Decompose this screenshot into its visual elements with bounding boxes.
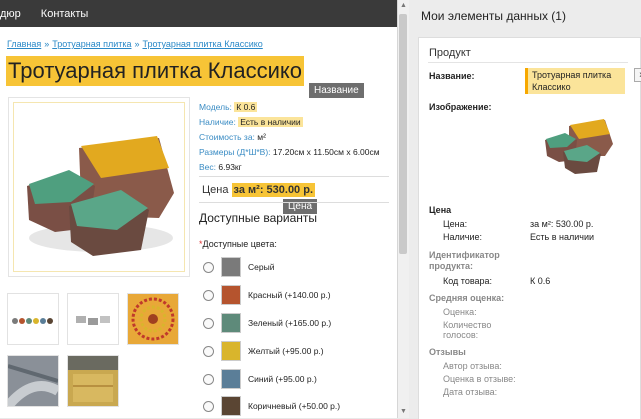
scroll-up-icon[interactable]: ▲: [398, 0, 409, 12]
color-swatch: [221, 285, 241, 305]
name-label: Название:: [429, 71, 475, 81]
review-rating-label: Оценка в отзыве:: [443, 374, 516, 384]
thumbnail-path[interactable]: [4, 355, 61, 410]
price-label: Цена:: [443, 219, 468, 229]
colors-title: *Доступные цвета:: [199, 239, 277, 249]
radio-button[interactable]: [203, 373, 214, 385]
radio-button[interactable]: [203, 289, 214, 301]
thumbnail-pattern[interactable]: [127, 293, 179, 345]
remove-button[interactable]: x: [634, 68, 641, 82]
radio-button[interactable]: [203, 317, 214, 329]
rating-section-title: Средняя оценка:: [429, 293, 505, 303]
product-card: Продукт Название: Тротуарная плитка Клас…: [418, 37, 641, 419]
options-title: Доступные варианты: [199, 211, 318, 225]
product-main-image[interactable]: [8, 97, 190, 277]
breadcrumb-home[interactable]: Главная: [7, 39, 41, 49]
review-author-label: Автор отзыва:: [443, 361, 502, 371]
yard-thumb: [68, 356, 118, 402]
rating-label: Оценка:: [443, 307, 477, 317]
panel-stock-value: Есть в наличии: [530, 232, 594, 242]
image-label: Изображение:: [429, 102, 492, 112]
stones-row-thumb: [12, 318, 53, 324]
card-title: Продукт: [429, 47, 471, 59]
panel-title: Мои элементы данных (1): [421, 9, 566, 23]
data-items-panel: Мои элементы данных (1) Продукт Название…: [409, 0, 641, 419]
name-value[interactable]: Тротуарная плитка Классико: [525, 68, 625, 94]
price-section-title: Цена: [429, 205, 452, 215]
thumbnail-colors[interactable]: [7, 293, 59, 345]
page-title[interactable]: Тротуарная плитка Классико: [6, 56, 305, 86]
product-price: Цена за м²: 530.00 р.: [202, 183, 316, 197]
radio-button[interactable]: [203, 261, 214, 273]
top-nav: дюр Контакты: [0, 0, 397, 27]
color-option-yellow[interactable]: Желтый (+95.00 р.): [203, 339, 324, 363]
stock-value: Есть в наличии: [238, 117, 303, 127]
radio-button[interactable]: [203, 400, 214, 412]
color-swatch: [221, 313, 241, 333]
color-option-red[interactable]: Красный (+140.00 р.): [203, 283, 331, 307]
pattern-thumb: [131, 297, 175, 341]
review-date-label: Дата отзыва:: [443, 387, 498, 397]
web-page: дюр Контакты Главная» Тротуарная плитка» Т…: [0, 0, 397, 418]
model-value: К 0.6: [234, 102, 258, 112]
id-section-title: Идентификатор продукта:: [429, 250, 500, 271]
breadcrumb-current[interactable]: Тротуарная плитка Классико: [143, 39, 263, 49]
stock-label: Наличие:: [443, 232, 483, 242]
color-swatch: [221, 341, 241, 361]
thumbnail-gray-stones[interactable]: [67, 293, 119, 345]
product-attributes: Модель: К 0.6 Наличие: Есть в наличии Ст…: [199, 102, 380, 172]
gray-stones-thumb: [76, 316, 110, 325]
paving-stones-illustration: [27, 136, 174, 256]
unit-value: м²: [257, 132, 266, 142]
thumbnail-yard[interactable]: [67, 355, 119, 407]
weight-value: 6.93кг: [218, 162, 242, 172]
tooltip-name: Название: [309, 83, 364, 98]
color-swatch: [221, 369, 241, 389]
size-value: 17.20см x 11.50см x 6.00см: [272, 147, 380, 157]
price-value[interactable]: за м²: 530.00 р.: [231, 183, 316, 197]
breadcrumb-category[interactable]: Тротуарная плитка: [52, 39, 131, 49]
reviews-section-title: Отзывы: [429, 347, 466, 357]
scroll-down-icon[interactable]: ▼: [398, 406, 409, 418]
color-option-green[interactable]: Зеленый (+165.00 р.): [203, 311, 331, 335]
color-option-gray[interactable]: Серый: [203, 255, 274, 279]
breadcrumb: Главная» Тротуарная плитка» Тротуарная пли…: [7, 39, 263, 49]
color-swatch: [221, 257, 241, 277]
color-option-brown[interactable]: Коричневый (+50.00 р.): [203, 394, 340, 418]
code-label: Код товара:: [443, 276, 493, 286]
code-value: К 0.6: [530, 276, 551, 286]
nav-item-partial[interactable]: дюр: [0, 8, 21, 20]
color-swatch: [221, 396, 241, 416]
panel-price-value: за м²: 530.00 р.: [530, 219, 594, 229]
scroll-thumb[interactable]: [399, 14, 407, 254]
product-thumbnail-image: [545, 119, 613, 174]
page-scrollbar[interactable]: ▲ ▼: [397, 0, 409, 418]
votes-label: Количество голосов:: [443, 320, 492, 340]
nav-item-contacts[interactable]: Контакты: [41, 8, 89, 20]
radio-button[interactable]: [203, 345, 214, 357]
color-option-blue[interactable]: Синий (+95.00 р.): [203, 367, 317, 391]
path-thumb: [4, 364, 61, 410]
